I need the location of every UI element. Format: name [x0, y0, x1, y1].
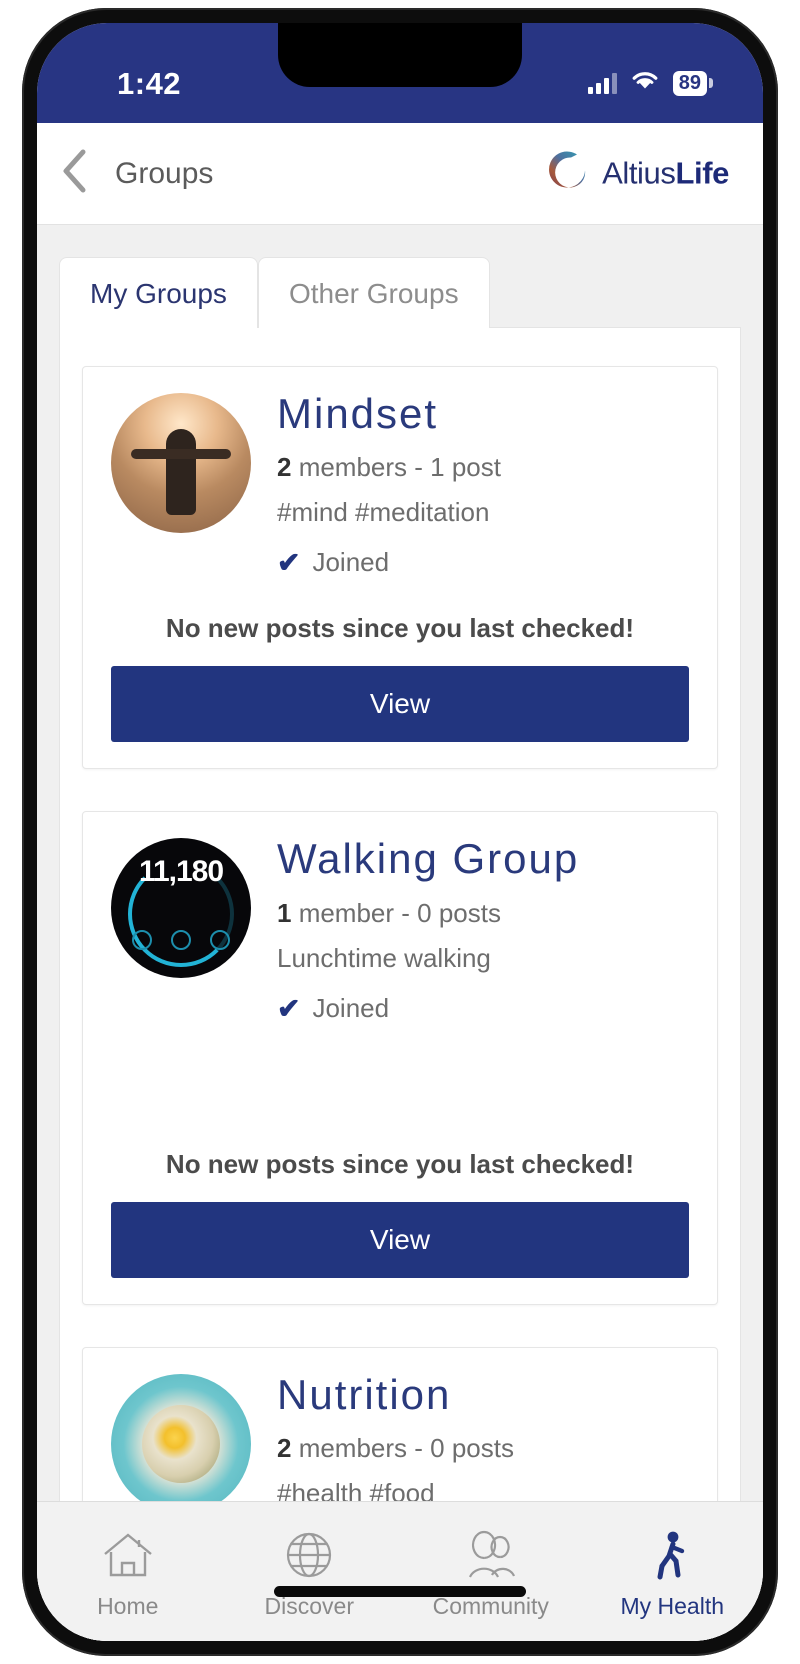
smartwatch-steps-photo-avatar: 11,180	[111, 838, 251, 979]
battery-icon: 89	[672, 70, 714, 96]
globe-icon	[283, 1530, 335, 1585]
group-joined-status: ✔ Joined	[277, 992, 689, 1025]
walking-person-icon	[649, 1530, 695, 1585]
avatar-step-count: 11,180	[138, 855, 224, 889]
group-member-text: member - 0 posts	[291, 897, 501, 928]
status-bar-indicators: 89	[587, 70, 714, 96]
group-member-text: members - 0 posts	[291, 1433, 514, 1464]
people-icon	[463, 1530, 519, 1585]
tab-bar: My Groups Other Groups	[37, 225, 763, 328]
notch	[278, 23, 522, 87]
group-card-walking-group[interactable]: 11,180 Walking Group 1 member - 0 posts …	[82, 811, 718, 1305]
nav-item-my-health-label: My Health	[620, 1592, 725, 1619]
brand-name-light: Altius	[602, 155, 676, 191]
group-joined-label: Joined	[312, 992, 390, 1023]
status-bar: 1:42 89	[37, 23, 763, 123]
view-button[interactable]: View	[111, 1201, 689, 1278]
home-indicator	[274, 1586, 526, 1597]
app-header: Groups AltiusLife	[37, 123, 763, 225]
tab-my-groups[interactable]: My Groups	[59, 257, 258, 328]
group-member-count: 2 members - 0 posts	[277, 1433, 689, 1464]
group-joined-status: ✔ Joined	[277, 546, 689, 579]
group-member-number: 2	[277, 1433, 292, 1464]
back-button[interactable]	[37, 123, 111, 224]
group-status-text: No new posts since you last checked!	[165, 613, 635, 644]
altiuslife-logo-icon	[544, 147, 592, 200]
my-groups-panel: Mindset 2 members - 1 post #mind #medita…	[59, 327, 741, 1641]
group-tags: Lunchtime walking	[277, 942, 491, 973]
nav-item-community[interactable]: Community	[400, 1502, 582, 1641]
wifi-icon	[631, 70, 659, 96]
group-card-header: 11,180 Walking Group 1 member - 0 posts …	[111, 832, 689, 1024]
group-name: Mindset	[277, 390, 439, 437]
brand-name-bold: Life	[675, 155, 729, 191]
nav-item-home[interactable]: Home	[37, 1502, 219, 1641]
check-icon: ✔	[277, 547, 301, 579]
content-scroll-area[interactable]: My Groups Other Groups Mindset 2 members…	[37, 225, 763, 1641]
tab-other-groups[interactable]: Other Groups	[257, 257, 490, 328]
phone-screen: 1:42 89 Groups AltiusLife My Groups Othe…	[37, 23, 763, 1641]
status-time: 1:42	[117, 66, 182, 101]
chevron-left-icon	[59, 148, 89, 199]
group-name: Walking Group	[277, 835, 580, 883]
group-member-text: members - 1 post	[291, 452, 501, 483]
tab-other-groups-label: Other Groups	[288, 278, 459, 309]
group-name: Nutrition	[277, 1370, 452, 1418]
brand-logo: AltiusLife	[544, 147, 729, 200]
group-member-count: 2 members - 1 post	[277, 452, 689, 483]
watch-metric-dots	[111, 930, 251, 951]
healthy-food-photo-avatar	[111, 1373, 251, 1514]
group-member-number: 2	[277, 452, 292, 483]
group-joined-label: Joined	[312, 547, 390, 578]
group-status-text: No new posts since you last checked!	[165, 1148, 635, 1179]
nav-item-my-health[interactable]: My Health	[582, 1502, 764, 1641]
group-card-info: Walking Group 1 member - 0 posts Lunchti…	[277, 832, 689, 1024]
page-title: Groups	[115, 156, 214, 190]
group-member-count: 1 member - 0 posts	[277, 898, 689, 929]
check-icon: ✔	[277, 992, 301, 1024]
view-button[interactable]: View	[111, 666, 689, 743]
group-tags: #mind #meditation	[277, 497, 490, 528]
group-card-info: Mindset 2 members - 1 post #mind #medita…	[277, 387, 689, 579]
brand-name: AltiusLife	[602, 156, 729, 192]
group-card-mindset[interactable]: Mindset 2 members - 1 post #mind #medita…	[82, 366, 718, 770]
bottom-navigation-bar: Home Discover Community My Health	[37, 1501, 763, 1641]
tab-my-groups-label: My Groups	[90, 278, 227, 309]
group-member-number: 1	[277, 897, 292, 928]
battery-level: 89	[678, 71, 701, 94]
home-icon	[100, 1530, 156, 1585]
phone-frame: 1:42 89 Groups AltiusLife My Groups Othe…	[22, 8, 778, 1656]
group-card-header: Mindset 2 members - 1 post #mind #medita…	[111, 387, 689, 579]
nav-item-home-label: Home	[97, 1592, 159, 1619]
nav-item-discover[interactable]: Discover	[219, 1502, 401, 1641]
cellular-signal-icon	[587, 72, 617, 94]
meditation-photo-avatar	[111, 393, 251, 533]
